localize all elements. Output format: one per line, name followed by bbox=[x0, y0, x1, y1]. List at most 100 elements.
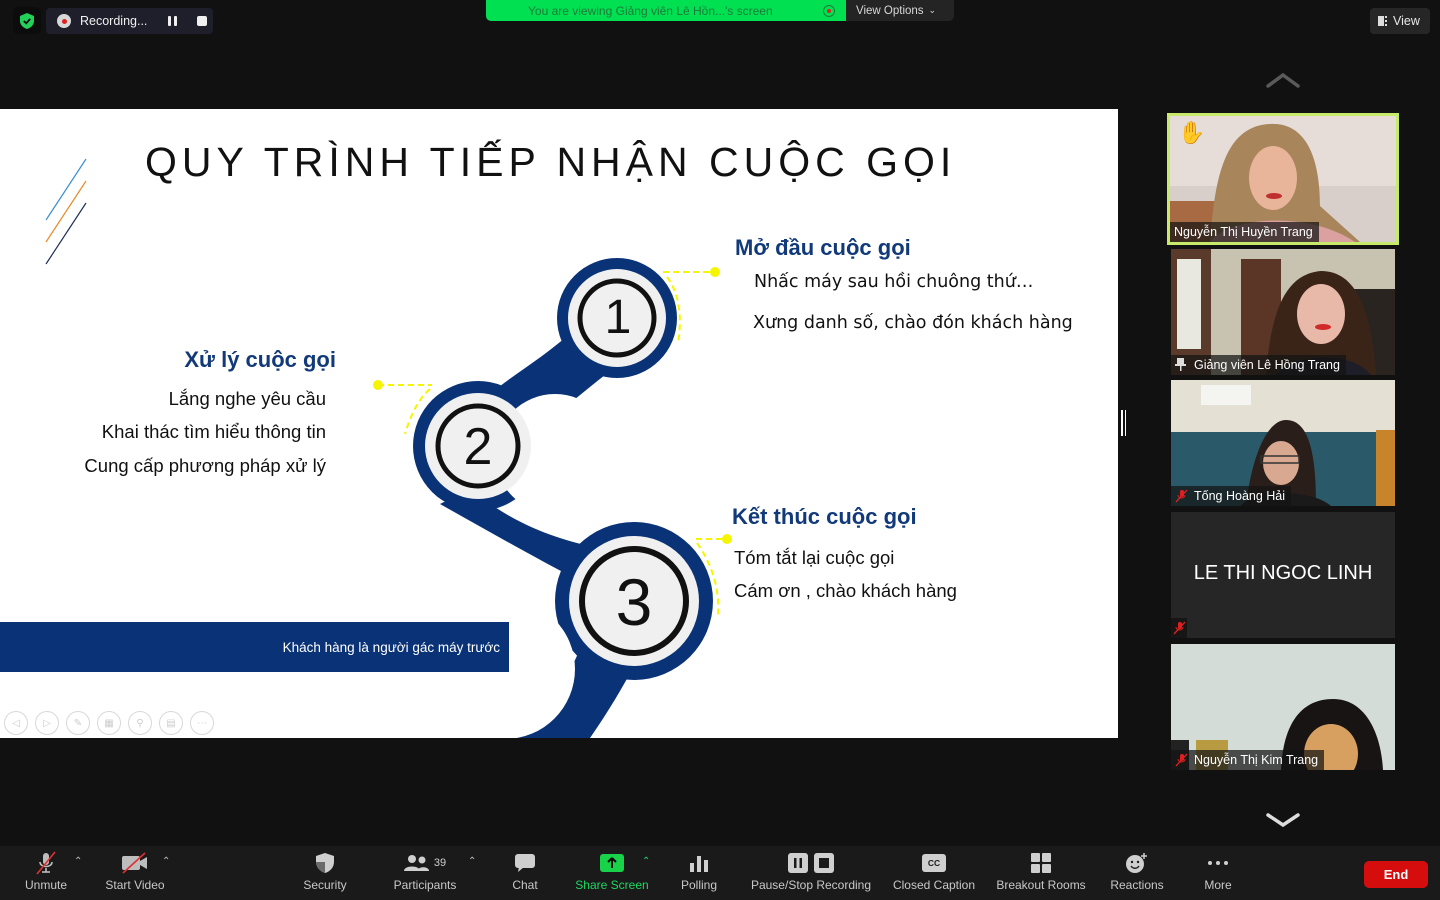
reaction-smiley-icon bbox=[1125, 846, 1149, 880]
participant-name-tag: Nguyễn Thị Kim Trang bbox=[1171, 750, 1325, 770]
polling-chart-icon bbox=[689, 846, 709, 880]
slideshow-controls: ◁ ▷ ✎ ▦ ⚲ ▤ ⋯ bbox=[4, 711, 214, 735]
footer-note-text: Khách hàng là người gác máy trước bbox=[282, 639, 500, 655]
more-label: More bbox=[1204, 878, 1232, 892]
participant-name: Nguyễn Thị Kim Trang bbox=[1194, 753, 1319, 767]
step-3-bullet: Tóm tắt lại cuộc gọi bbox=[734, 547, 895, 568]
participant-name-tag: Giảng viên Lê Hồng Trang bbox=[1171, 355, 1346, 375]
muted-microphone-icon bbox=[1175, 489, 1188, 503]
share-screen-button[interactable]: Share Screen bbox=[572, 846, 652, 900]
pin-icon bbox=[1175, 358, 1188, 372]
slide-sorter-icon[interactable]: ▦ bbox=[97, 711, 121, 735]
polling-button[interactable]: Polling bbox=[677, 846, 721, 900]
muted-microphone-icon bbox=[1175, 753, 1188, 767]
step-number-3: 3 bbox=[615, 565, 653, 639]
share-screen-label: Share Screen bbox=[575, 878, 649, 892]
participant-name-display: LE THI NGOC LINH bbox=[1193, 562, 1373, 584]
start-video-button[interactable]: Start Video bbox=[100, 846, 170, 900]
pause-stop-recording-icon bbox=[787, 846, 835, 880]
step-2-bullet: Lắng nghe yêu cầu bbox=[168, 388, 326, 409]
video-options-caret-icon[interactable]: ⌃ bbox=[162, 856, 170, 867]
participants-count: 39 bbox=[433, 857, 447, 869]
closed-caption-icon: CC bbox=[922, 854, 946, 872]
zoom-magnifier-icon[interactable]: ⚲ bbox=[128, 711, 152, 735]
start-video-label: Start Video bbox=[105, 878, 165, 892]
share-options-caret-icon[interactable]: ⌃ bbox=[642, 856, 650, 867]
recording-dot-icon bbox=[57, 14, 71, 28]
view-label: View bbox=[1393, 14, 1420, 28]
closed-caption-label: Closed Caption bbox=[892, 878, 976, 892]
scroll-down-chevron-icon[interactable] bbox=[1266, 812, 1300, 828]
step-number-2: 2 bbox=[463, 418, 493, 476]
reactions-button[interactable]: Reactions bbox=[1106, 846, 1168, 900]
pause-recording-button[interactable] bbox=[168, 16, 177, 26]
subtitles-icon[interactable]: ▤ bbox=[159, 711, 183, 735]
reactions-label: Reactions bbox=[1110, 878, 1164, 892]
security-shield-button[interactable] bbox=[13, 7, 41, 34]
audio-options-caret-icon[interactable]: ⌃ bbox=[74, 856, 82, 867]
next-slide-icon[interactable]: ▷ bbox=[35, 711, 59, 735]
chat-button[interactable]: Chat bbox=[505, 846, 545, 900]
participant-name: Giảng viên Lê Hồng Trang bbox=[1194, 358, 1340, 372]
step-number-1: 1 bbox=[604, 291, 632, 344]
recording-icon bbox=[823, 4, 835, 17]
end-meeting-button[interactable]: End bbox=[1364, 861, 1428, 888]
share-screen-icon bbox=[599, 846, 625, 880]
shield-check-icon bbox=[20, 12, 34, 29]
slide-footer-note: Khách hàng là người gác máy trước bbox=[0, 622, 509, 672]
step-2-heading: Xử lý cuộc gọi bbox=[184, 347, 336, 372]
viewing-screen-banner: You are viewing Giảng viên Lê Hồn...'s s… bbox=[486, 0, 846, 21]
participant-tile[interactable]: Nguyễn Thị Kim Trang bbox=[1171, 644, 1395, 770]
view-layout-button[interactable]: View bbox=[1370, 8, 1430, 34]
breakout-rooms-button[interactable]: Breakout Rooms bbox=[994, 846, 1088, 900]
breakout-rooms-label: Breakout Rooms bbox=[996, 878, 1086, 892]
closed-caption-button[interactable]: CC Closed Caption bbox=[888, 846, 980, 900]
raised-hand-icon: ✋ bbox=[1178, 120, 1206, 145]
gallery-layout-icon bbox=[1378, 16, 1388, 26]
participant-tile[interactable]: Giảng viên Lê Hồng Trang bbox=[1171, 249, 1395, 375]
participant-name: Tống Hoàng Hải bbox=[1194, 489, 1286, 503]
step-1-bullet: Xưng danh số, chào đón khách hàng bbox=[753, 313, 1073, 333]
muted-microphone-icon bbox=[1171, 618, 1187, 638]
pause-stop-recording-button[interactable]: Pause/Stop Recording bbox=[748, 846, 874, 900]
view-options-dropdown[interactable]: View Options ⌄ bbox=[846, 0, 954, 21]
participant-name-tag: Tống Hoàng Hải bbox=[1171, 486, 1292, 506]
unmute-label: Unmute bbox=[24, 878, 68, 892]
participants-caret-icon[interactable]: ⌃ bbox=[468, 856, 476, 867]
participants-button[interactable]: 39 Participants bbox=[388, 846, 462, 900]
security-label: Security bbox=[303, 878, 347, 892]
step-2-bullet: Khai thác tìm hiểu thông tin bbox=[101, 421, 326, 442]
more-options-icon[interactable]: ⋯ bbox=[190, 711, 214, 735]
security-button[interactable]: Security bbox=[295, 846, 355, 900]
video-off-icon bbox=[121, 846, 149, 880]
participants-icon: 39 bbox=[403, 846, 447, 880]
meeting-toolbar: Unmute ⌃ Start Video ⌃ Security 39 Parti… bbox=[0, 846, 1440, 900]
polling-label: Polling bbox=[680, 878, 718, 892]
unmute-button[interactable]: Unmute bbox=[20, 846, 72, 900]
resize-splitter-handle[interactable] bbox=[1121, 410, 1126, 436]
pen-icon[interactable]: ✎ bbox=[66, 711, 90, 735]
shield-icon bbox=[315, 846, 335, 880]
stop-recording-button[interactable] bbox=[197, 16, 207, 26]
participant-tile[interactable]: LE THI NGOC LINH bbox=[1171, 512, 1395, 638]
more-button[interactable]: More bbox=[1196, 846, 1240, 900]
breakout-rooms-grid-icon bbox=[1031, 846, 1051, 880]
muted-microphone-icon bbox=[34, 846, 58, 880]
previous-slide-icon[interactable]: ◁ bbox=[4, 711, 28, 735]
shared-screen-slide: QUY TRÌNH TIẾP NHẬN CUỘC GỌI 1 2 3 Mở đầ… bbox=[0, 109, 1118, 738]
step-3-bullet: Cám ơn , chào khách hàng bbox=[734, 580, 957, 601]
viewing-banner-text: You are viewing Giảng viên Lê Hồn...'s s… bbox=[528, 3, 773, 18]
step-1-heading: Mở đầu cuộc gọi bbox=[735, 235, 911, 260]
participants-label: Participants bbox=[393, 878, 457, 892]
scroll-up-chevron-icon[interactable] bbox=[1266, 72, 1300, 88]
participant-name: Nguyễn Thị Huyền Trang bbox=[1174, 225, 1313, 239]
view-options-label: View Options bbox=[856, 4, 924, 17]
step-1-bullet: Nhấc máy sau hồi chuông thứ… bbox=[754, 272, 1034, 292]
participant-tile[interactable]: Tống Hoàng Hải bbox=[1171, 380, 1395, 506]
participant-tile[interactable]: ✋ Nguyễn Thị Huyền Trang bbox=[1167, 113, 1399, 245]
pause-stop-recording-label: Pause/Stop Recording bbox=[750, 878, 872, 892]
step-3-heading: Kết thúc cuộc gọi bbox=[732, 504, 917, 529]
more-dots-icon bbox=[1207, 846, 1229, 880]
participant-name-tag: Nguyễn Thị Huyền Trang bbox=[1170, 222, 1319, 242]
recording-label: Recording... bbox=[80, 14, 148, 28]
